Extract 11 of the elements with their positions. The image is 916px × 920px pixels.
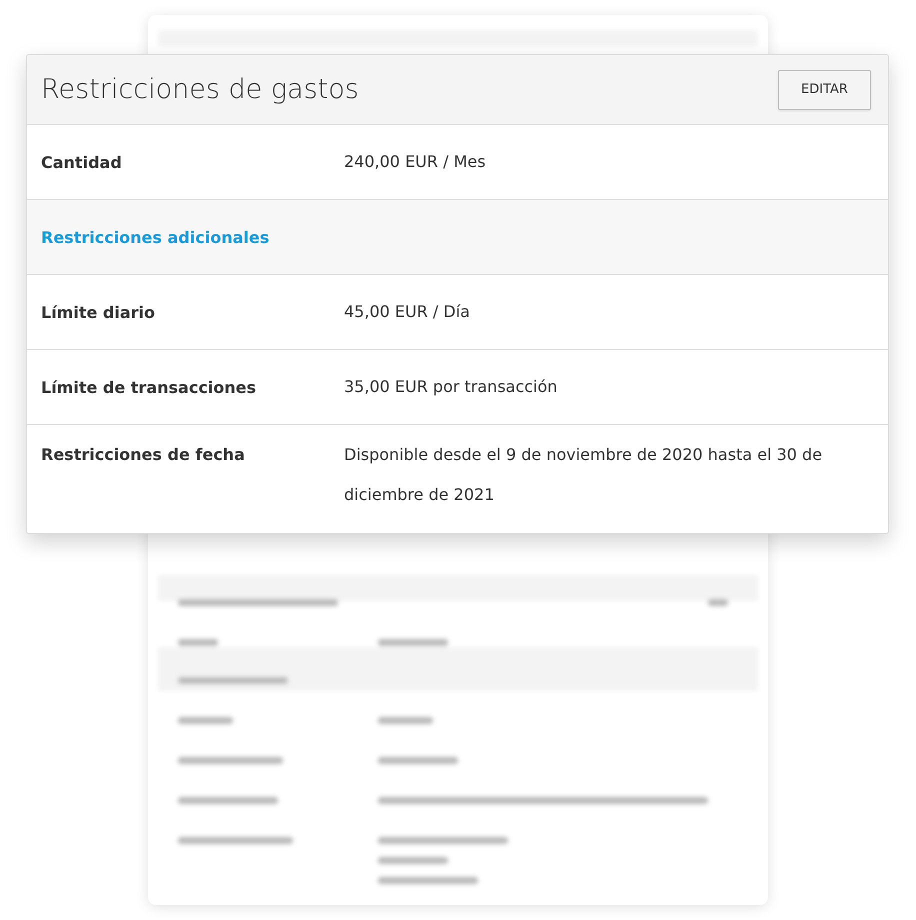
field-label: Restricciones de fecha [41,444,246,466]
field-label: Límite diario [41,302,156,322]
field-label: Límite de transacciones [41,378,258,396]
field-value: 35,00 EUR por transacción [344,376,558,398]
card-title: Restricciones de gastos [41,74,359,105]
field-value: 240,00 EUR / Mes [344,151,487,173]
section-heading: Restricciones adicionales [41,228,270,246]
field-label: Cantidad [41,152,123,172]
edit-button[interactable]: EDITAR [778,70,871,110]
field-value: 45,00 EUR / Día [344,301,471,323]
field-value: Disponible desde el 9 de noviembre de 2020 hasta el 30 de diciembre de 2021 [344,444,824,506]
